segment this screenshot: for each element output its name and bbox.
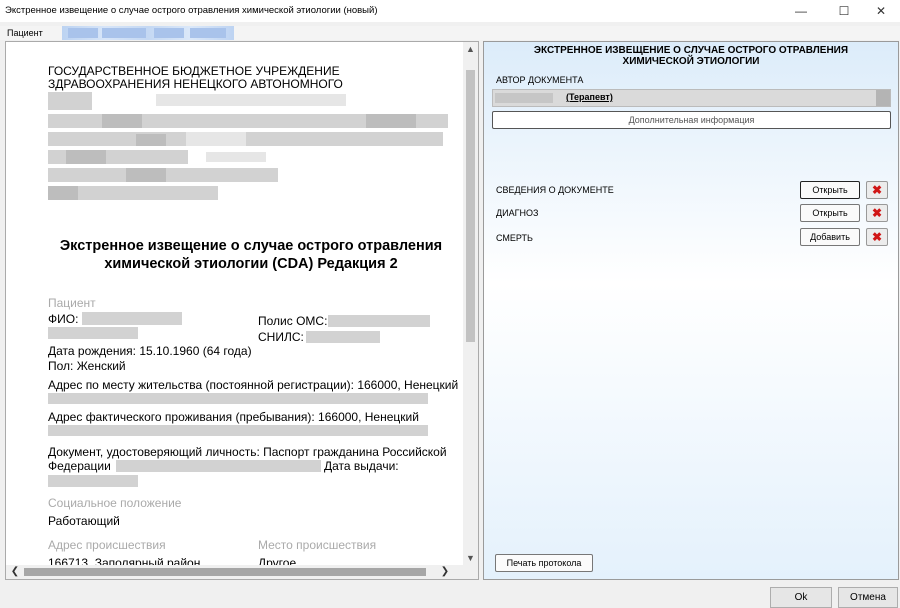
close-icon[interactable]: ✕ — [861, 0, 900, 22]
fio-label: ФИО: — [48, 312, 79, 326]
scroll-right-icon[interactable]: ❯ — [438, 565, 452, 579]
org-name-line2: ЗДРАВООХРАНЕНИЯ НЕНЕЦКОГО АВТОНОМНОГО — [48, 77, 343, 91]
horizontal-scroll-thumb[interactable] — [24, 568, 426, 576]
actual-address: Адрес фактического проживания (пребывани… — [48, 410, 419, 424]
social-value: Работающий — [48, 514, 120, 528]
birth-date: Дата рождения: 15.10.1960 (64 года) — [48, 344, 252, 358]
section-death-label: СМЕРТЬ — [496, 233, 533, 243]
id-document-redacted — [116, 460, 321, 472]
author-label: АВТОР ДОКУМЕНТА — [496, 75, 584, 85]
open-diagnosis-button[interactable]: Открыть — [800, 204, 860, 222]
vertical-scrollbar[interactable]: ▲ ▼ — [463, 42, 478, 565]
patient-name-redacted — [62, 26, 234, 40]
cancel-button[interactable]: Отмена — [838, 587, 898, 608]
delete-x-icon[interactable]: ✖ — [866, 204, 888, 222]
fio-redacted-line2 — [48, 327, 138, 339]
additional-info-button[interactable]: Дополнительная информация — [492, 111, 891, 129]
minimize-icon[interactable]: — — [781, 0, 821, 22]
form-title: ЭКСТРЕННОЕ ИЗВЕЩЕНИЕ О СЛУЧАЕ ОСТРОГО ОТ… — [533, 45, 849, 67]
section-document-info-label: СВЕДЕНИЯ О ДОКУМЕНТЕ — [496, 185, 614, 195]
document-content: ГОСУДАРСТВЕННОЕ БЮДЖЕТНОЕ УЧРЕЖДЕНИЕ ЗДР… — [6, 42, 463, 565]
id-document-issue-date: Дата выдачи: — [324, 459, 399, 473]
delete-x-icon[interactable]: ✖ — [866, 181, 888, 199]
actual-address-redacted — [48, 425, 428, 436]
print-protocol-button[interactable]: Печать протокола — [495, 554, 593, 572]
id-document-redacted-line3 — [48, 475, 138, 487]
document-title: Экстренное извещение о случае острого от… — [59, 238, 443, 272]
author-role-link[interactable]: (Терапевт) — [566, 92, 613, 102]
scroll-corner — [463, 565, 478, 579]
notice-form-panel: ЭКСТРЕННОЕ ИЗВЕЩЕНИЕ О СЛУЧАЕ ОСТРОГО ОТ… — [483, 41, 899, 580]
delete-x-icon[interactable]: ✖ — [866, 228, 888, 246]
window-titlebar: Экстренное извещение о случае острого от… — [0, 0, 900, 22]
scroll-up-icon[interactable]: ▲ — [463, 42, 478, 56]
window-title: Экстренное извещение о случае острого от… — [5, 5, 378, 16]
oms-label: Полис ОМС: — [258, 314, 328, 328]
incident-place-value: Другое — [258, 556, 297, 565]
snils-redacted — [306, 331, 380, 343]
fio-redacted — [82, 312, 182, 325]
incident-address-label: Адрес происшествия — [48, 538, 166, 552]
author-name-redacted — [495, 93, 553, 103]
patient-section-label: Пациент — [48, 296, 96, 310]
add-death-button[interactable]: Добавить — [800, 228, 860, 246]
registration-address-redacted — [48, 393, 428, 404]
id-document-line2: Федерации — [48, 459, 111, 473]
oms-redacted — [328, 315, 430, 327]
ok-button[interactable]: Ok — [770, 587, 832, 608]
tab-patient[interactable]: Пациент — [3, 26, 47, 40]
horizontal-scrollbar[interactable]: ❮ ❯ — [6, 565, 463, 579]
incident-address-value: 166713, Заполярный район, — [48, 556, 204, 565]
registration-address: Адрес по месту жительства (постоянной ре… — [48, 378, 459, 392]
org-name-line1: ГОСУДАРСТВЕННОЕ БЮДЖЕТНОЕ УЧРЕЖДЕНИЕ — [48, 64, 340, 78]
scroll-down-icon[interactable]: ▼ — [463, 551, 478, 565]
author-field[interactable]: (Терапевт) — [492, 89, 891, 107]
incident-place-label: Место происшествия — [258, 538, 377, 552]
snils-label: СНИЛС: — [258, 330, 304, 344]
vertical-scroll-thumb[interactable] — [466, 70, 475, 342]
section-diagnosis-label: ДИАГНОЗ — [496, 208, 539, 218]
id-document-line1: Документ, удостоверяющий личность: Паспо… — [48, 445, 447, 459]
social-section-label: Социальное положение — [48, 496, 182, 510]
maximize-icon[interactable]: ☐ — [824, 0, 864, 22]
document-preview: ГОСУДАРСТВЕННОЕ БЮДЖЕТНОЕ УЧРЕЖДЕНИЕ ЗДР… — [5, 41, 479, 580]
author-dropdown-handle[interactable] — [876, 90, 890, 106]
sex: Пол: Женский — [48, 359, 126, 373]
open-document-info-button[interactable]: Открыть — [800, 181, 860, 199]
scroll-left-icon[interactable]: ❮ — [8, 565, 22, 579]
